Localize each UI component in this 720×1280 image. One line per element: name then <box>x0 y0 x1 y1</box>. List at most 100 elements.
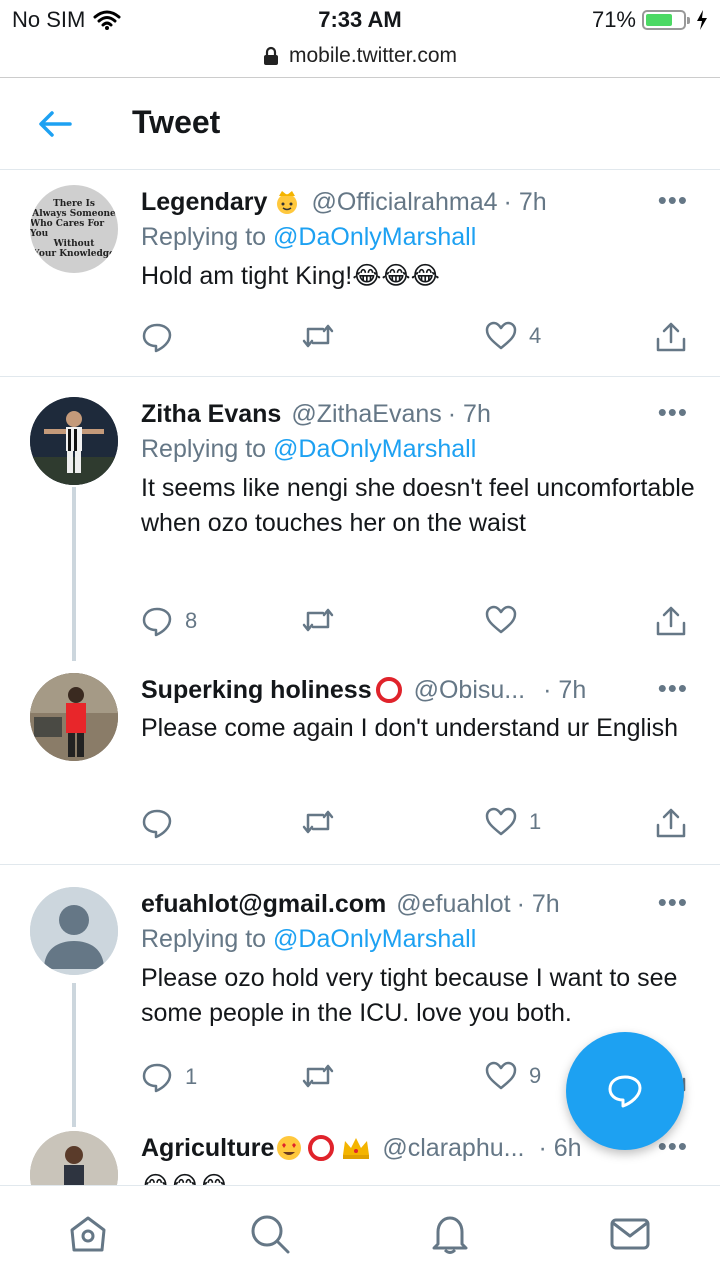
reply-icon <box>142 809 172 839</box>
compose-reply-icon <box>608 1075 642 1108</box>
page-title: Tweet <box>132 104 221 140</box>
reply-count: 1 <box>185 1064 198 1089</box>
reply-tweet[interactable]: Zitha Evans @ZithaEvans · 7h ••• Replyin… <box>0 377 720 661</box>
like-count: 1 <box>529 809 542 834</box>
like-icon <box>485 1061 517 1090</box>
share-button[interactable] <box>655 321 687 353</box>
tweet-text: Hold am tight King!😂😂😂 <box>141 262 440 290</box>
avatar[interactable]: There Is Always Someone Who Cares For Yo… <box>30 185 118 273</box>
more-icon[interactable]: ••• <box>658 887 688 918</box>
retweet-button[interactable] <box>301 807 347 837</box>
url-text: mobile.twitter.com <box>288 44 458 67</box>
more-icon[interactable]: ••• <box>658 673 688 704</box>
tweet-actions: 4 <box>141 321 701 357</box>
user-handle[interactable]: @efuahlot <box>396 890 510 919</box>
tweet-time[interactable]: · 7h <box>448 400 491 429</box>
tweet-header: Zitha Evans @ZithaEvans · 7h <box>141 397 696 431</box>
retweet-icon <box>302 810 334 834</box>
compose-reply-button[interactable] <box>566 1032 684 1150</box>
mention-link[interactable]: @DaOnlyMarshall <box>273 223 476 251</box>
tweet-time[interactable]: · 7h <box>517 890 560 919</box>
tweet-time[interactable]: · 7h <box>543 676 586 705</box>
like-button[interactable] <box>485 605 529 635</box>
red-circle-emoji-icon <box>306 1133 336 1163</box>
avatar[interactable] <box>30 887 118 975</box>
avatar[interactable] <box>30 397 118 485</box>
back-button[interactable] <box>36 106 76 142</box>
user-handle[interactable]: @Obisu... <box>414 676 526 705</box>
red-circle-emoji-icon <box>374 675 404 705</box>
avatar-caption-line: There Is <box>53 199 95 209</box>
status-bar: No SIM 7:33 AM 71% <box>0 0 720 40</box>
like-button[interactable]: 4 <box>485 321 541 351</box>
mention-link[interactable]: @DaOnlyMarshall <box>273 925 476 953</box>
retweet-icon <box>302 324 334 348</box>
avatar-caption-line: Without <box>53 239 95 249</box>
like-button[interactable]: 1 <box>485 807 541 837</box>
more-icon[interactable]: ••• <box>658 185 688 216</box>
avatar-caption-line: Always Someone <box>32 209 116 219</box>
princess-emoji-icon <box>273 188 301 216</box>
display-name[interactable]: Zitha Evans <box>141 400 281 429</box>
replying-to: Replying to @DaOnlyMarshall <box>141 223 696 257</box>
reply-count: 8 <box>185 608 198 633</box>
retweet-button[interactable] <box>301 1061 347 1091</box>
more-icon[interactable]: ••• <box>658 397 688 428</box>
like-button[interactable]: 9 <box>485 1061 541 1091</box>
reply-button[interactable] <box>141 321 185 353</box>
home-icon <box>70 1216 106 1252</box>
nav-home[interactable] <box>66 1212 110 1256</box>
retweet-button[interactable] <box>301 605 347 635</box>
bottom-nav <box>0 1185 720 1280</box>
thread-line <box>72 983 76 1127</box>
display-name[interactable]: Agriculture <box>141 1134 274 1163</box>
reply-tweet[interactable]: There Is Always Someone Who Cares For Yo… <box>0 171 720 377</box>
reply-button[interactable]: 8 <box>141 605 197 637</box>
tweet-actions: 1 <box>141 807 701 843</box>
tweet-text: 😂😂😂 <box>141 1169 696 1185</box>
address-bar[interactable]: mobile.twitter.com <box>0 38 720 74</box>
messages-icon <box>610 1218 650 1250</box>
retweet-button[interactable] <box>301 321 347 351</box>
share-icon <box>656 606 686 636</box>
battery-percent: 71% <box>591 7 636 32</box>
battery-fill <box>646 14 672 26</box>
tweet-text: It seems like nengi she doesn't feel unc… <box>141 474 695 537</box>
thread-line <box>72 487 76 661</box>
status-right: 71% <box>592 7 708 33</box>
search-icon <box>251 1215 290 1254</box>
share-icon <box>656 808 686 838</box>
mention-link[interactable]: @DaOnlyMarshall <box>273 435 476 463</box>
reply-tweet[interactable]: Superking holiness @Obisu... · 7h ••• Pl… <box>0 661 720 865</box>
user-handle[interactable]: @Officialrahma4 <box>311 188 497 217</box>
nav-messages[interactable] <box>608 1212 652 1256</box>
nav-search[interactable] <box>248 1212 292 1256</box>
display-name[interactable]: efuahlot@gmail.com <box>141 890 386 919</box>
display-name[interactable]: Superking holiness <box>141 676 372 705</box>
reply-button[interactable]: 1 <box>141 1061 197 1093</box>
reply-icon <box>142 1063 172 1093</box>
share-button[interactable] <box>655 807 687 839</box>
user-handle[interactable]: @claraphu... <box>382 1134 524 1163</box>
replying-to-label: Replying to <box>141 925 267 953</box>
reply-button[interactable] <box>141 807 185 839</box>
display-name[interactable]: Legendary <box>141 188 267 217</box>
tweet-content: Legendary @Officialrahma4 · 7h ••• Reply… <box>141 185 696 294</box>
tweet-content: efuahlot@gmail.com @efuahlot · 7h ••• Re… <box>141 887 696 1031</box>
tweet-header: Superking holiness @Obisu... · 7h <box>141 673 696 707</box>
like-count: 4 <box>529 323 542 348</box>
tweet-time[interactable]: · 7h <box>504 188 547 217</box>
charging-icon <box>697 10 707 30</box>
user-handle[interactable]: @ZithaEvans <box>291 400 441 429</box>
nav-notifications[interactable] <box>428 1212 472 1256</box>
tweet-content: Superking holiness @Obisu... · 7h ••• Pl… <box>141 673 696 746</box>
tweet-time[interactable]: · 6h <box>538 1134 581 1163</box>
share-button[interactable] <box>655 605 687 637</box>
avatar[interactable] <box>30 673 118 761</box>
tweet-actions: 8 <box>141 605 701 641</box>
battery-icon <box>642 10 690 30</box>
avatar[interactable] <box>30 1131 118 1185</box>
heart-eyes-emoji-icon <box>274 1133 304 1163</box>
page-header: Tweet <box>0 78 720 170</box>
notifications-icon <box>432 1216 468 1254</box>
